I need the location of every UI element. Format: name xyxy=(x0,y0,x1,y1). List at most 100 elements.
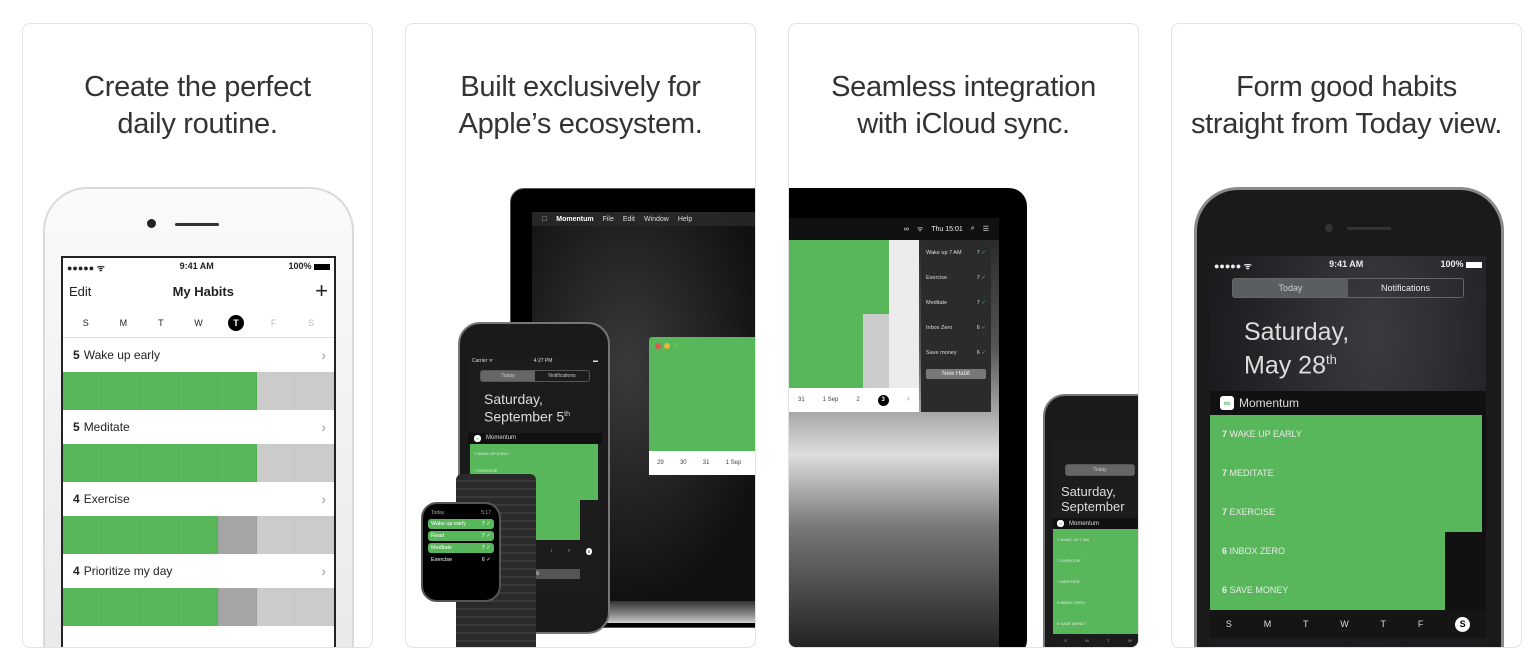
day-cell xyxy=(101,588,141,626)
date-label: 30 xyxy=(679,460,687,466)
chevron-right-icon[interactable]: › xyxy=(321,563,326,579)
close-window-icon[interactable] xyxy=(655,343,661,349)
habit-count: 4 xyxy=(73,564,80,578)
weekday-3[interactable]: W xyxy=(1128,638,1132,643)
habit-row[interactable]: 4 Exercise › xyxy=(63,482,334,516)
date-label[interactable]: 3 xyxy=(877,394,889,406)
weekday-4[interactable]: T xyxy=(1381,619,1387,629)
habit-row[interactable]: 4 Prioritize my day › xyxy=(63,554,334,588)
popover-habit-row[interactable]: Wake up 7 AM 7 ✓ xyxy=(921,240,991,265)
weekday-6[interactable]: S xyxy=(303,315,319,331)
edit-button[interactable]: Edit xyxy=(69,284,91,299)
watch-habit-row[interactable]: Read 7 ✓ xyxy=(428,531,494,541)
day-cell xyxy=(140,516,180,554)
widget-habit-label: 7 EXERCISE xyxy=(1057,558,1081,563)
today-date: Saturday, September 5th xyxy=(484,391,571,425)
weekday-6[interactable]: S xyxy=(1455,616,1471,632)
weekday-5[interactable]: F xyxy=(1418,619,1424,629)
popover-habit-row[interactable]: Inbox Zero 6 ✓ xyxy=(921,315,991,340)
chevron-right-icon[interactable]: › xyxy=(321,347,326,363)
new-habit-button[interactable]: New Habit xyxy=(926,369,986,379)
popover-habit-row[interactable]: Exercise 7 ✓ xyxy=(921,265,991,290)
search-icon[interactable]: ⌕ xyxy=(971,225,975,233)
battery-icon: 100% xyxy=(288,261,330,274)
list-icon[interactable]: ☰ xyxy=(983,225,989,233)
watch-habit-name: Read xyxy=(431,533,445,539)
habit-name: Exercise xyxy=(926,274,948,281)
day-cell xyxy=(179,516,218,554)
weekday-0[interactable]: S xyxy=(1064,638,1067,643)
weekday-5[interactable]: F xyxy=(266,315,282,331)
watch-habit-row[interactable]: Exercise 6 ✓ xyxy=(428,555,494,565)
mac-menu-window[interactable]: Window xyxy=(644,216,669,223)
habit-label: 4 Prioritize my day xyxy=(73,564,173,578)
card-today-view: Form good habits straight from Today vie… xyxy=(1171,23,1522,648)
widget-header: ∞ Momentum xyxy=(1210,391,1486,416)
mac-menu-edit[interactable]: Edit xyxy=(623,216,635,223)
watch-habit-count: 7 ✓ xyxy=(481,533,491,539)
weekday-6[interactable]: S xyxy=(585,547,593,555)
watch-habit-count: 7 ✓ xyxy=(481,545,491,551)
habit-row[interactable]: 5 Meditate › xyxy=(63,410,334,444)
chevron-right-icon[interactable]: › xyxy=(321,419,326,435)
habit-count: 5 xyxy=(73,348,80,362)
watch-habit-row[interactable]: Meditate 7 ✓ xyxy=(428,543,494,553)
minimize-window-icon[interactable] xyxy=(664,343,670,349)
weekday-0[interactable]: S xyxy=(78,315,94,331)
tab-notifications[interactable]: Notifications xyxy=(1348,279,1463,297)
card-apple-ecosystem: Built exclusively for Apple’s ecosystem.… xyxy=(405,23,756,648)
date-label[interactable]: 4 xyxy=(907,397,910,403)
popover-habit-row[interactable]: Save money 6 ✓ xyxy=(921,340,991,365)
add-habit-button[interactable]: + xyxy=(315,278,328,304)
habit-widget[interactable]: 7 WAKE UP 7 AM 7 EXERCISE 7 MEDITATE 6 INBO… xyxy=(1053,529,1138,634)
date-label[interactable]: 2 xyxy=(856,397,859,403)
widget-habit-label: 7 MEDITATE xyxy=(1057,579,1080,584)
widget-habit-label: 7 WAKE UP EARLY xyxy=(474,450,510,456)
momentum-menubar-icon[interactable]: ∞ xyxy=(904,226,909,233)
weekday-0[interactable]: S xyxy=(1226,619,1232,629)
tab-today[interactable]: Today xyxy=(481,371,535,381)
widget-header: ∞ Momentum xyxy=(468,432,602,444)
habit-row[interactable]: 5 Wake up early › xyxy=(63,338,334,372)
habit-widget[interactable]: 7 WAKE UP EARLY 7 MEDITATE 7 EXERCISE 6 INB… xyxy=(1210,415,1486,611)
date-label: 1 Sep xyxy=(725,460,742,466)
date-label[interactable]: 1 Sep xyxy=(823,397,839,403)
popover-habit-row[interactable]: Meditate 7 ✓ xyxy=(921,290,991,315)
date-label[interactable]: 31 xyxy=(798,397,805,403)
weekday-5[interactable]: F xyxy=(568,548,570,555)
weekday-4[interactable]: T xyxy=(550,548,552,555)
clock[interactable]: Thu 15:01 xyxy=(931,226,963,233)
weekday-3[interactable]: W xyxy=(1340,619,1349,629)
checkmark-icon: ✓ xyxy=(981,349,986,356)
tab-notifications[interactable]: Notifications xyxy=(535,371,589,381)
widget-habit-label: 6 INBOX ZERO xyxy=(1222,546,1286,557)
day-cell xyxy=(217,372,257,410)
weekday-3[interactable]: W xyxy=(190,315,206,331)
tab-today[interactable]: Today xyxy=(1233,279,1348,297)
checkmark-icon: ✓ xyxy=(981,299,986,306)
watch-habit-row[interactable]: Wake up early 7 ✓ xyxy=(428,519,494,529)
weekday-1[interactable]: M xyxy=(1085,638,1088,643)
habit-progress-bar xyxy=(63,444,335,482)
mac-menu-help[interactable]: Help xyxy=(678,216,692,223)
camera-icon xyxy=(147,219,156,228)
zoom-window-icon[interactable] xyxy=(673,343,679,349)
mac-menu-momentum[interactable]: Momentum xyxy=(556,216,593,223)
mac-menu-file[interactable]: File xyxy=(603,216,614,223)
chevron-right-icon[interactable]: › xyxy=(321,491,326,507)
weekday-4[interactable]: T xyxy=(228,314,245,331)
apple-icon[interactable]:  xyxy=(542,216,547,223)
weekday-2[interactable]: T xyxy=(1303,619,1309,629)
habit-name: Save money xyxy=(926,349,957,356)
weekday-1[interactable]: M xyxy=(1264,619,1272,629)
card-title: Create the perfect daily routine. xyxy=(84,71,311,140)
habit-progress-bar xyxy=(63,516,335,554)
weekday-2[interactable]: T xyxy=(153,315,169,331)
wifi-icon[interactable]: ᯤ xyxy=(917,225,923,234)
tab-today[interactable]: Today xyxy=(1066,465,1134,475)
widget-habit-label: 7 MEDITATE xyxy=(1222,468,1274,479)
day-cell xyxy=(295,444,335,482)
weekday-1[interactable]: M xyxy=(115,315,131,331)
weekday-2[interactable]: T xyxy=(1107,638,1109,643)
day-cell xyxy=(295,372,335,410)
